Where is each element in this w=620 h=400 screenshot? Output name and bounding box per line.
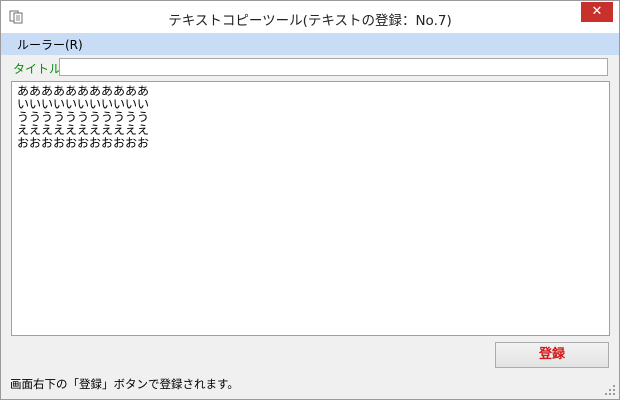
resize-grip-icon[interactable] [604, 384, 616, 396]
title-bar[interactable]: テキストコピーツール(テキストの登録：No.7) ✕ [1, 1, 619, 33]
window-title: テキストコピーツール(テキストの登録：No.7) [168, 13, 452, 29]
body-text-area[interactable]: あああああああああああ いいいいいいいいいいい ううううううううううう ええええ… [11, 81, 610, 336]
title-input[interactable] [59, 58, 608, 76]
status-bar: 画面右下の「登録」ボタンで登録されます。 [1, 373, 619, 399]
app-window: テキストコピーツール(テキストの登録：No.7) ✕ ルーラー(R) タイトル … [0, 0, 620, 400]
close-icon: ✕ [591, 4, 603, 19]
status-text: 画面右下の「登録」ボタンで登録されます。 [10, 377, 239, 391]
close-button[interactable]: ✕ [581, 2, 613, 22]
menu-bar: ルーラー(R) [1, 33, 619, 55]
menu-item-ruler[interactable]: ルーラー(R) [14, 36, 86, 53]
register-button[interactable]: 登録 [495, 342, 609, 368]
title-label: タイトル [13, 62, 62, 76]
